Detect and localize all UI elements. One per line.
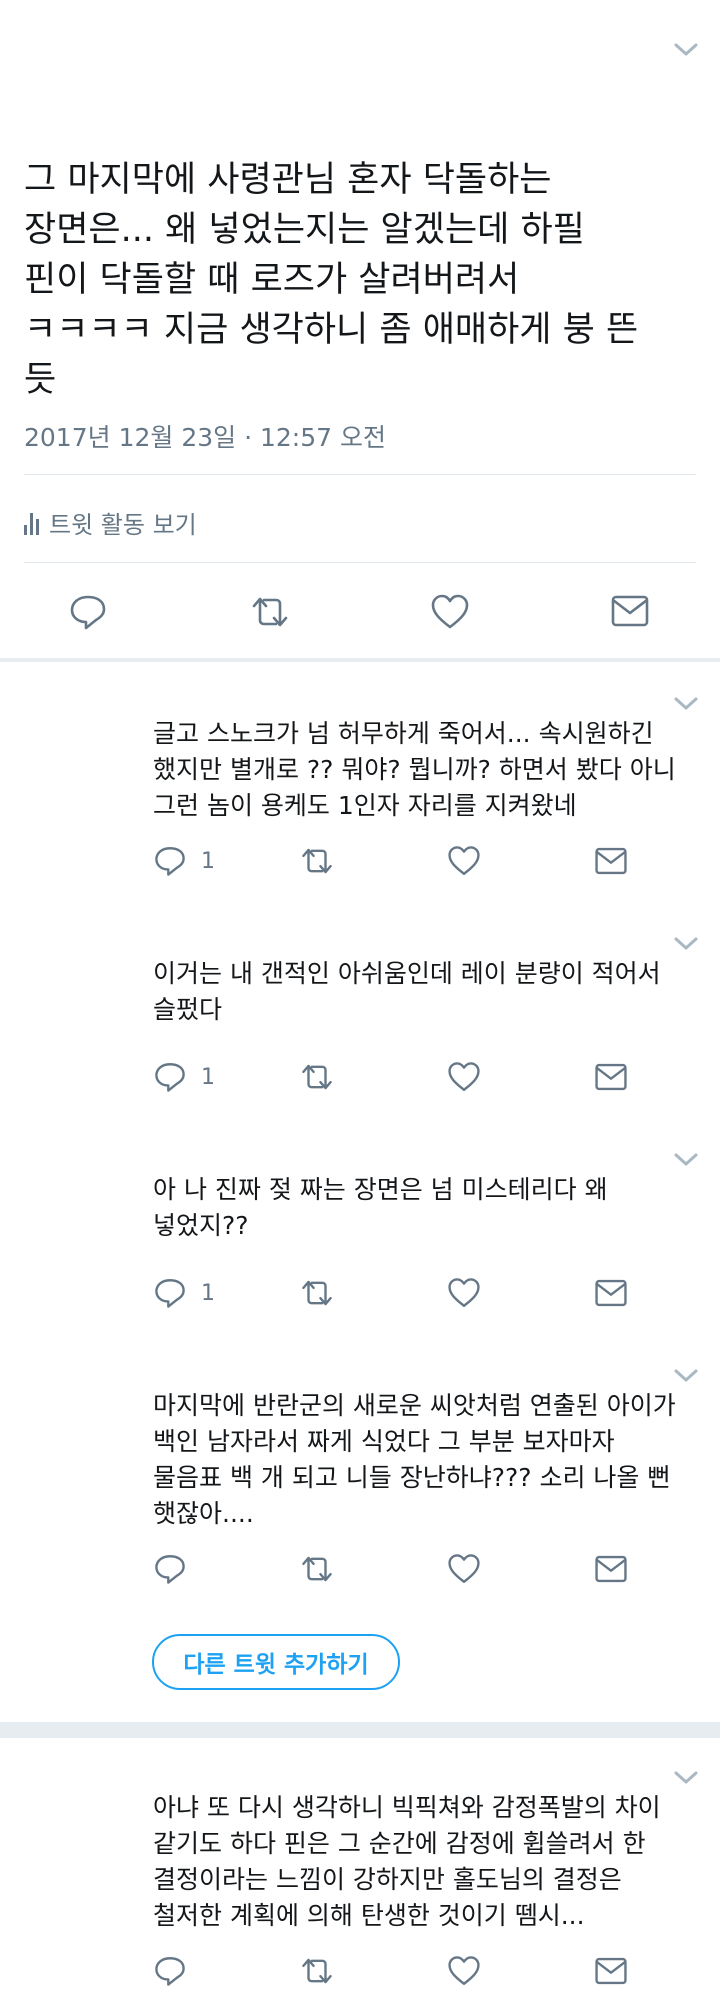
reply-line: 했지만 별개로 ?? 뭐야? 뭡니까? 하면서 봤다 아니 (153, 755, 676, 784)
heart-icon (448, 1278, 480, 1307)
reply-icon (155, 1957, 185, 1986)
retweet-icon (302, 1556, 332, 1582)
reply-line: 결정이라는 느낌이 강하지만 홀도님의 결정은 (153, 1865, 622, 1894)
reply-line: 철저한 계획에 의해 탄생한 것이기 뗌시... (153, 1901, 585, 1930)
retweet-button[interactable] (298, 1276, 336, 1310)
reply-tweet-text: 마지막에 반란군의 새로운 씨앗처럼 연출된 아이가 백인 남자라서 짜게 식었… (153, 1388, 676, 1532)
reply-line: 백인 남자라서 짜게 식었다 그 부분 보자마자 (153, 1427, 615, 1456)
envelope-icon (595, 1063, 627, 1091)
reply-line: 이거는 내 갠적인 아쉬움인데 레이 분량이 적어서 (153, 959, 661, 988)
reply-icon (155, 1063, 185, 1092)
like-button[interactable] (447, 844, 481, 878)
like-button[interactable] (430, 592, 470, 632)
retweet-button[interactable] (298, 1060, 336, 1094)
dm-button[interactable] (594, 1062, 628, 1092)
bar-chart-icon (24, 511, 39, 535)
reply-button[interactable] (153, 1552, 187, 1586)
more-options-chevron-icon[interactable] (672, 694, 700, 714)
like-button[interactable] (447, 1552, 481, 1586)
reply-button[interactable]: 1 (153, 1060, 215, 1094)
more-options-chevron-icon[interactable] (672, 934, 700, 954)
reply-line: 물음표 백 개 되고 니들 장난하냐??? 소리 나올 뻔 (153, 1463, 671, 1492)
reply-line: 마지막에 반란군의 새로운 씨앗처럼 연출된 아이가 (153, 1391, 676, 1420)
retweet-icon (252, 597, 288, 627)
reply-tweet-text: 아냐 또 다시 생각하니 빅픽쳐와 감정폭발의 차이 같기도 하다 핀은 그 순… (153, 1790, 661, 1934)
retweet-icon (302, 1064, 332, 1090)
reply-button[interactable] (68, 592, 108, 632)
main-tweet-line: 그 마지막에 사령관님 혼자 닥돌하는 (24, 160, 552, 200)
reply-tweet-text: 이거는 내 갠적인 아쉬움인데 레이 분량이 적어서 슬펐다 (153, 956, 661, 1028)
envelope-icon (611, 595, 649, 627)
dm-button[interactable] (594, 846, 628, 876)
reply-icon (155, 847, 185, 876)
dm-button[interactable] (594, 1278, 628, 1308)
reply-tweet-text: 아 나 진짜 젖 짜는 장면은 넘 미스테리다 왜 넣었지?? (153, 1172, 608, 1244)
reply-button[interactable]: 1 (153, 844, 215, 878)
divider (24, 562, 696, 563)
heart-icon (448, 1956, 480, 1985)
tweet-activity-label: 트윗 활동 보기 (49, 511, 197, 539)
heart-icon (448, 1062, 480, 1091)
retweet-icon (302, 848, 332, 874)
tweet-activity-link[interactable]: 트윗 활동 보기 (24, 505, 197, 540)
section-divider (0, 658, 720, 662)
reply-button[interactable]: 1 (153, 1276, 215, 1310)
reply-line: 같기도 하다 핀은 그 순간에 감정에 휩쓸려서 한 (153, 1829, 646, 1858)
reply-tweet-text: 글고 스노크가 넘 허무하게 죽어서... 속시원하긴 했지만 별개로 ?? 뭐… (153, 716, 676, 824)
reply-button[interactable] (153, 1954, 187, 1988)
main-tweet-line: 듯 (24, 360, 57, 400)
like-button[interactable] (447, 1954, 481, 1988)
more-options-chevron-icon[interactable] (672, 1150, 700, 1170)
main-tweet-line: ㅋㅋㅋㅋ 지금 생각하니 좀 애매하게 붕 뜬 (24, 310, 639, 350)
reply-line: 아 나 진짜 젖 짜는 장면은 넘 미스테리다 왜 (153, 1175, 608, 1204)
reply-line: 슬펐다 (153, 995, 223, 1024)
reply-line: 햇잖아.... (153, 1499, 254, 1528)
section-divider (0, 1722, 720, 1738)
reply-count: 1 (201, 1064, 215, 1090)
dm-button[interactable] (610, 594, 650, 628)
main-tweet-line: 핀이 닥돌할 때 로즈가 살려버려서 (24, 260, 520, 300)
more-options-chevron-icon[interactable] (672, 40, 700, 60)
envelope-icon (595, 1957, 627, 1985)
more-options-chevron-icon[interactable] (672, 1366, 700, 1386)
tweet-timestamp[interactable]: 2017년 12월 23일 · 12:57 오전 (24, 418, 386, 454)
reply-icon (155, 1279, 185, 1308)
heart-icon (448, 1554, 480, 1583)
reply-line: 글고 스노크가 넘 허무하게 죽어서... 속시원하긴 (153, 719, 654, 748)
retweet-icon (302, 1958, 332, 1984)
divider (24, 474, 696, 475)
retweet-icon (302, 1280, 332, 1306)
retweet-button[interactable] (298, 844, 336, 878)
envelope-icon (595, 1555, 627, 1583)
envelope-icon (595, 847, 627, 875)
add-another-tweet-button[interactable]: 다른 트윗 추가하기 (152, 1634, 400, 1690)
main-tweet-text: 그 마지막에 사령관님 혼자 닥돌하는 장면은... 왜 넣었는지는 알겠는데 … (24, 155, 696, 405)
dm-button[interactable] (594, 1956, 628, 1986)
reply-count: 1 (201, 848, 215, 874)
more-options-chevron-icon[interactable] (672, 1768, 700, 1788)
heart-icon (431, 594, 469, 629)
like-button[interactable] (447, 1060, 481, 1094)
reply-count: 1 (201, 1280, 215, 1306)
reply-line: 그런 놈이 용케도 1인자 자리를 지켜왔네 (153, 791, 577, 820)
like-button[interactable] (447, 1276, 481, 1310)
retweet-button[interactable] (248, 592, 292, 632)
retweet-button[interactable] (298, 1552, 336, 1586)
main-tweet-line: 장면은... 왜 넣었는지는 알겠는데 하필 (24, 210, 585, 250)
reply-icon (155, 1555, 185, 1584)
envelope-icon (595, 1279, 627, 1307)
heart-icon (448, 846, 480, 875)
dm-button[interactable] (594, 1554, 628, 1584)
reply-line: 아냐 또 다시 생각하니 빅픽쳐와 감정폭발의 차이 (153, 1793, 661, 1822)
reply-line: 넣었지?? (153, 1211, 249, 1240)
reply-icon (70, 595, 106, 630)
retweet-button[interactable] (298, 1954, 336, 1988)
